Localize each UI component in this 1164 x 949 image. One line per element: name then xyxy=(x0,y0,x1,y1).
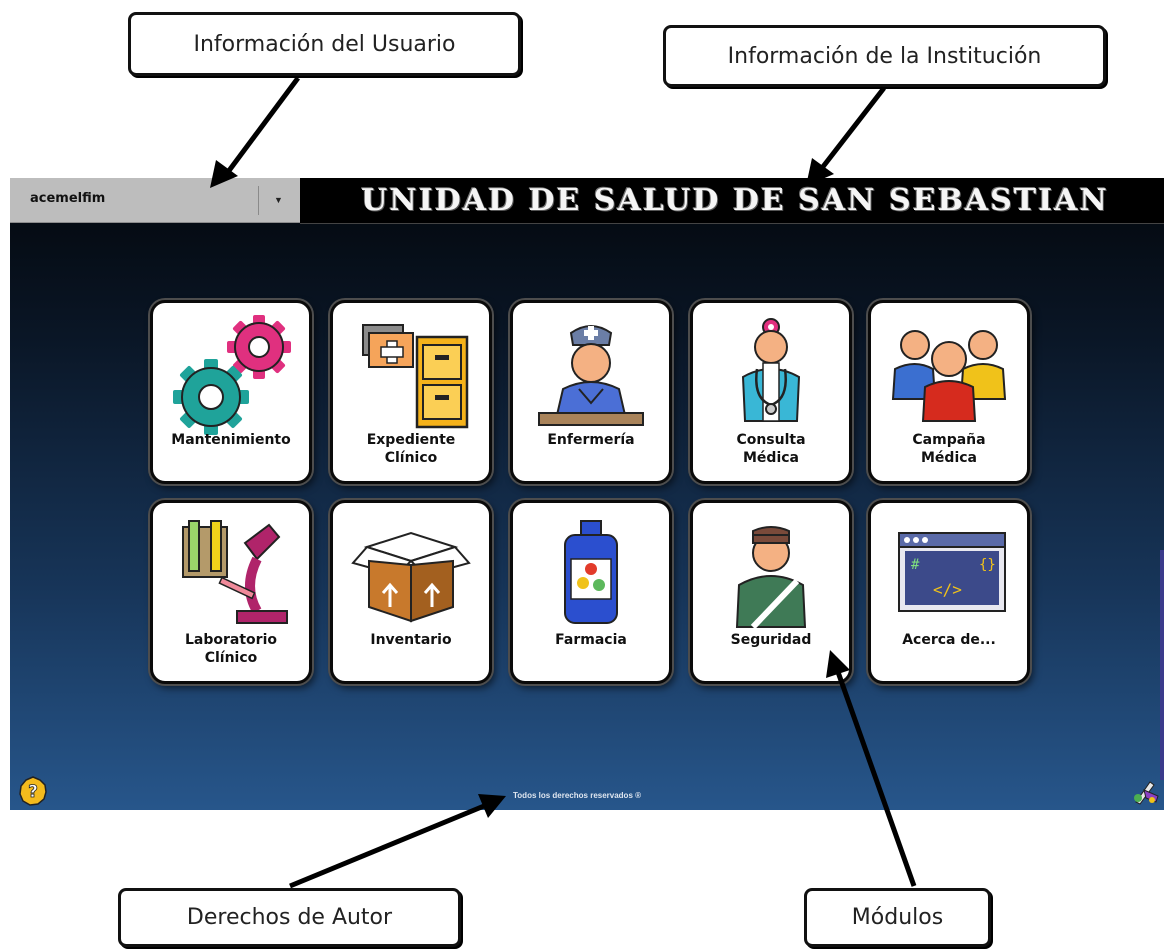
callout-copyright-text: Derechos de Autor xyxy=(186,905,393,930)
module-farmacia[interactable]: Farmacia xyxy=(510,500,672,684)
module-label: Campaña Médica xyxy=(912,432,986,466)
callout-institution-info-text: Información de la Institución xyxy=(727,43,1042,69)
module-label: Seguridad xyxy=(730,632,812,648)
module-label: Laboratorio Clínico xyxy=(185,632,277,666)
copyright-text: Todos los derechos reservados ® xyxy=(513,791,642,800)
user-dropdown[interactable]: acemelfim ▼ xyxy=(10,178,300,223)
module-label: Consulta Médica xyxy=(736,432,806,466)
callout-user-info-text: Información del Usuario xyxy=(193,31,456,57)
module-label: Enfermería xyxy=(547,432,635,448)
callout-modules-text: Módulos xyxy=(851,905,944,930)
medicine-bottle-icon xyxy=(564,520,618,624)
svg-text:#: # xyxy=(911,557,920,573)
svg-text:</>: </> xyxy=(933,580,962,599)
user-name: acemelfim xyxy=(30,191,106,206)
box-icon xyxy=(351,531,471,623)
institution-title: UNIDAD DE SALUD DE SAN SEBASTIAN xyxy=(361,183,1109,218)
svg-text:{}: {} xyxy=(979,557,996,573)
callout-institution-info: Información de la Institución xyxy=(663,25,1106,87)
module-acerca-de[interactable]: # {} </> Acerca de... xyxy=(868,500,1030,684)
svg-text:?: ? xyxy=(28,782,38,802)
callout-user-info: Información del Usuario xyxy=(128,12,521,76)
chevron-down-icon[interactable]: ▼ xyxy=(274,195,283,205)
security-guard-icon xyxy=(735,526,807,630)
divider xyxy=(300,223,1164,224)
module-inventario[interactable]: Inventario xyxy=(330,500,492,684)
module-enfermeria[interactable]: Enfermería xyxy=(510,300,672,484)
module-label: Farmacia xyxy=(555,632,627,648)
module-label: Mantenimiento xyxy=(171,432,291,448)
callout-modules: Módulos xyxy=(804,888,991,947)
module-label: Acerca de... xyxy=(902,632,996,648)
app-window: acemelfim ▼ UNIDAD DE SALUD DE SAN SEBAS… xyxy=(10,178,1164,810)
edge-strip xyxy=(1160,550,1164,780)
module-seguridad[interactable]: Seguridad xyxy=(690,500,852,684)
help-icon[interactable]: ? xyxy=(18,776,48,806)
code-window-icon: # {} </> xyxy=(898,532,1006,612)
module-label: Inventario xyxy=(370,632,452,648)
callout-copyright: Derechos de Autor xyxy=(118,888,461,947)
gears-icon xyxy=(173,315,291,435)
module-label: Expediente Clínico xyxy=(366,432,456,466)
module-expediente-clinico[interactable]: Expediente Clínico xyxy=(330,300,492,484)
dropdown-divider xyxy=(258,186,259,215)
top-bar: acemelfim ▼ UNIDAD DE SALUD DE SAN SEBAS… xyxy=(10,178,1164,224)
nurse-icon xyxy=(538,325,644,426)
paint-tools-icon[interactable] xyxy=(1130,776,1160,806)
module-campana-medica[interactable]: Campaña Médica xyxy=(868,300,1030,484)
module-mantenimiento[interactable]: Mantenimiento xyxy=(150,300,312,484)
module-laboratorio-clinico[interactable]: Laboratorio Clínico xyxy=(150,500,312,684)
module-consulta-medica[interactable]: Consulta Médica xyxy=(690,300,852,484)
